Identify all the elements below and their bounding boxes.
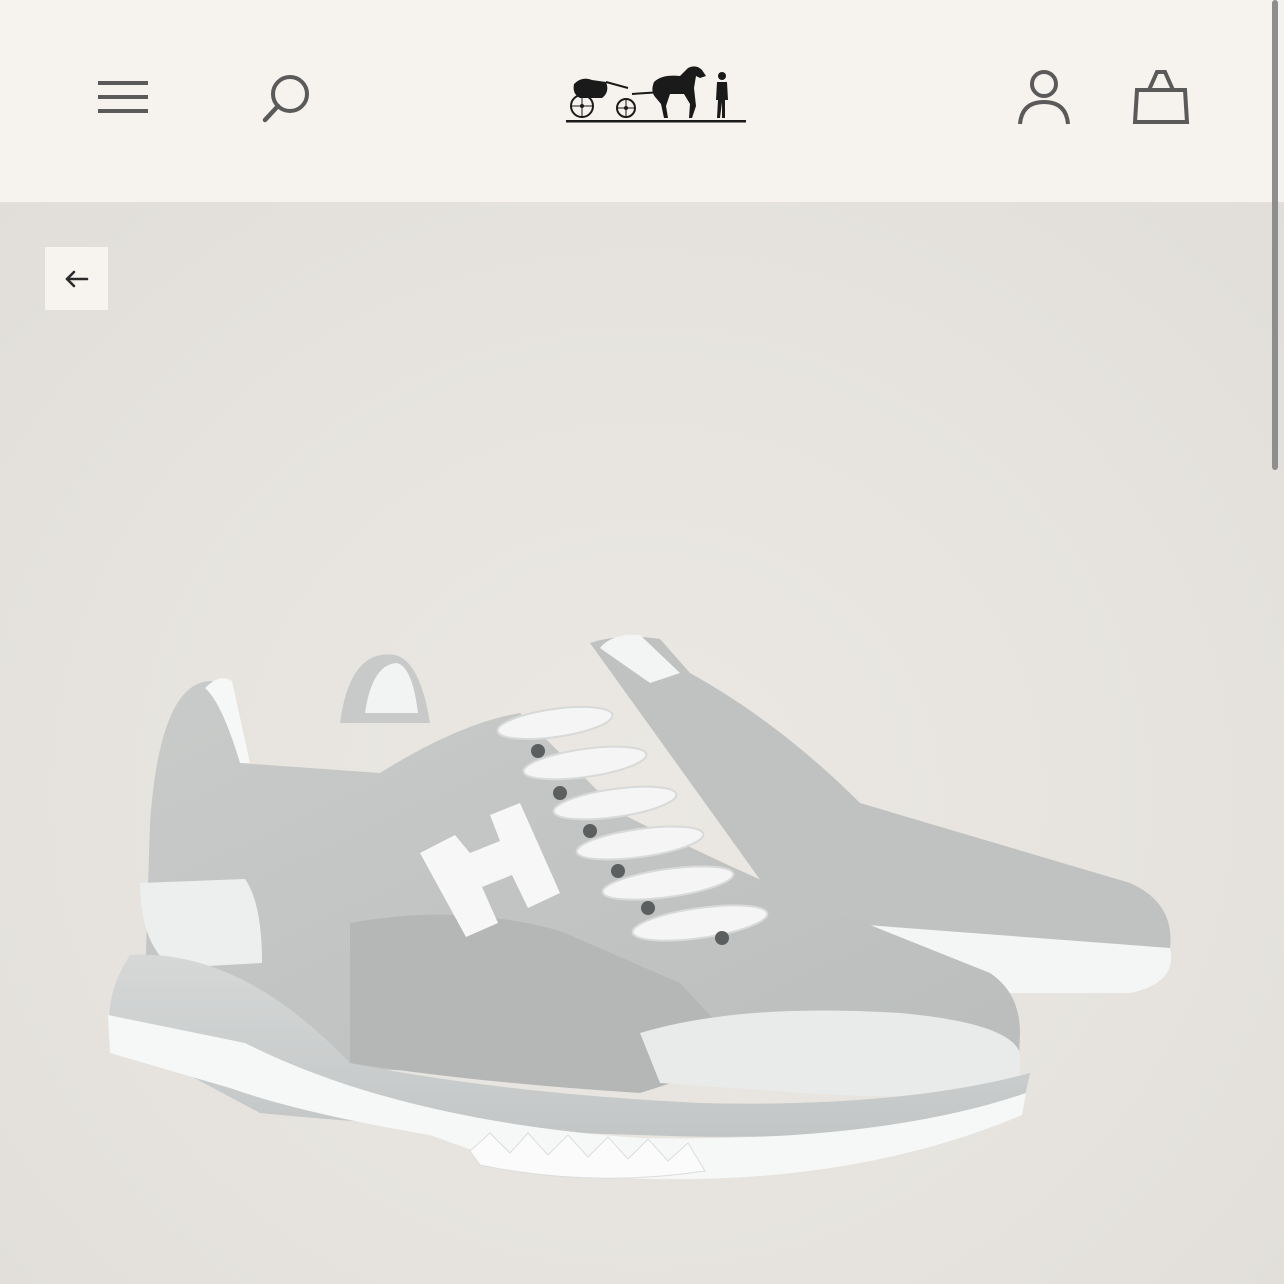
search-icon — [262, 75, 309, 123]
cart-button[interactable] — [1128, 64, 1194, 128]
page-scrollbar[interactable] — [1272, 0, 1278, 470]
account-button[interactable] — [1010, 64, 1078, 130]
search-button[interactable] — [255, 68, 317, 128]
product-photo — [108, 634, 1172, 1180]
hamburger-menu-icon — [98, 81, 148, 113]
site-header — [0, 0, 1284, 203]
product-gallery — [0, 203, 1284, 1284]
back-button[interactable] — [45, 247, 108, 310]
shopping-bag-icon — [1132, 70, 1190, 124]
brand-logo[interactable] — [562, 62, 752, 126]
arrow-left-icon — [65, 270, 88, 287]
carriage-logo — [566, 66, 746, 123]
menu-button[interactable] — [92, 70, 154, 124]
user-account-icon — [1018, 70, 1070, 125]
